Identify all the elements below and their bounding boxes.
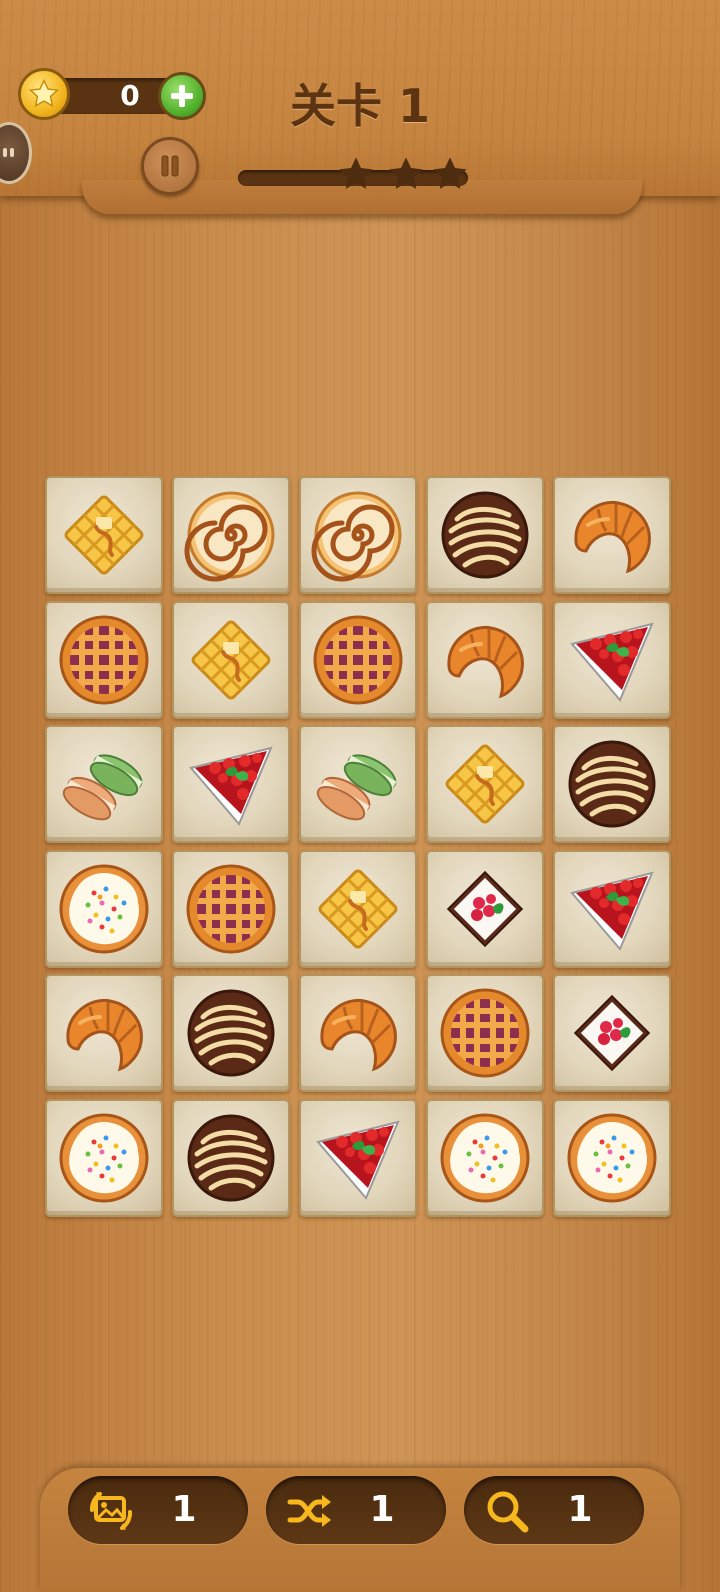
pause-button[interactable] <box>141 137 199 195</box>
chocolate-cookie-icon <box>187 989 275 1077</box>
board-tile[interactable] <box>45 725 163 843</box>
board-tile[interactable] <box>45 974 163 1092</box>
star-icon <box>433 157 467 189</box>
level-title: 关卡 1 <box>289 79 431 133</box>
board-tile[interactable] <box>172 476 290 594</box>
board-tile[interactable] <box>45 600 163 719</box>
shuffle-icon <box>287 1495 331 1527</box>
star-icon <box>389 157 423 189</box>
board-tile[interactable] <box>299 725 417 843</box>
sprinkle-tart-icon <box>567 1113 657 1202</box>
coin-star-icon <box>18 68 70 120</box>
board-tile[interactable] <box>553 849 671 968</box>
game-board <box>45 476 671 1220</box>
cheesecake-slice-icon <box>189 746 273 826</box>
refresh-image-icon <box>89 1492 133 1530</box>
board-tile[interactable] <box>426 725 544 843</box>
cinnamon-roll-icon <box>311 491 402 582</box>
board-tile[interactable] <box>553 600 671 719</box>
board-tile[interactable] <box>426 600 544 719</box>
croissant-icon <box>66 998 143 1072</box>
sprinkle-tart-icon <box>440 1113 530 1202</box>
raspberry-cake-icon <box>446 870 524 947</box>
lattice-pie-icon <box>313 615 403 704</box>
croissant-icon <box>320 998 397 1072</box>
board-tile[interactable] <box>426 476 544 594</box>
board-tile[interactable] <box>45 476 163 594</box>
board-tile[interactable] <box>553 974 671 1092</box>
plus-icon <box>171 85 193 107</box>
lattice-pie-icon <box>59 615 149 704</box>
raspberry-cake-icon <box>573 994 651 1072</box>
hint-tool-button[interactable]: 1 <box>464 1476 644 1544</box>
board-tile[interactable] <box>172 600 290 719</box>
board-tile[interactable] <box>172 1098 290 1217</box>
chocolate-cookie-icon <box>187 1114 275 1201</box>
waffle-icon <box>445 744 525 824</box>
board-tile[interactable] <box>299 600 417 719</box>
refresh-tool-count: 1 <box>171 1489 197 1530</box>
board-tile[interactable] <box>299 849 417 968</box>
lattice-pie-icon <box>186 864 276 953</box>
cheesecake-slice-icon <box>570 871 654 951</box>
cheesecake-slice-icon <box>570 622 654 702</box>
board-tile[interactable] <box>172 974 290 1092</box>
waffle-icon <box>318 869 398 948</box>
add-coins-button[interactable] <box>158 72 206 120</box>
cinnamon-roll-icon <box>184 491 275 582</box>
macaron-icon <box>316 754 397 821</box>
sprinkle-tart-icon <box>59 864 149 953</box>
board-tile[interactable] <box>299 1098 417 1217</box>
cheesecake-slice-icon <box>316 1120 400 1200</box>
board-tile[interactable] <box>45 849 163 968</box>
hint-tool-count: 1 <box>567 1489 593 1530</box>
board-tile[interactable] <box>553 725 671 843</box>
board-tile[interactable] <box>299 476 417 594</box>
waffle-icon <box>191 620 271 699</box>
shuffle-tool-count: 1 <box>369 1489 395 1530</box>
waffle-icon <box>64 495 144 575</box>
board-tile[interactable] <box>426 974 544 1092</box>
board-tile[interactable] <box>553 476 671 594</box>
coin-count: 0 <box>120 79 140 112</box>
star-icon <box>339 157 373 189</box>
croissant-icon <box>574 500 651 574</box>
pause-icon <box>161 155 179 177</box>
macaron-icon <box>62 754 143 821</box>
chocolate-cookie-icon <box>441 491 529 579</box>
refresh-tool-button[interactable]: 1 <box>68 1476 248 1544</box>
lattice-pie-icon <box>440 988 530 1078</box>
sprinkle-tart-icon <box>59 1113 149 1202</box>
croissant-icon <box>447 625 524 698</box>
board-tile[interactable] <box>172 849 290 968</box>
chocolate-cookie-icon <box>568 740 656 828</box>
board-tile[interactable] <box>553 1098 671 1217</box>
magnifier-icon <box>487 1491 529 1533</box>
shuffle-tool-button[interactable]: 1 <box>266 1476 446 1544</box>
board-tile[interactable] <box>426 1098 544 1217</box>
board-tile[interactable] <box>45 1098 163 1217</box>
menu-icon <box>3 148 14 157</box>
board-tile[interactable] <box>172 725 290 843</box>
board-tile[interactable] <box>299 974 417 1092</box>
board-tile[interactable] <box>426 849 544 968</box>
